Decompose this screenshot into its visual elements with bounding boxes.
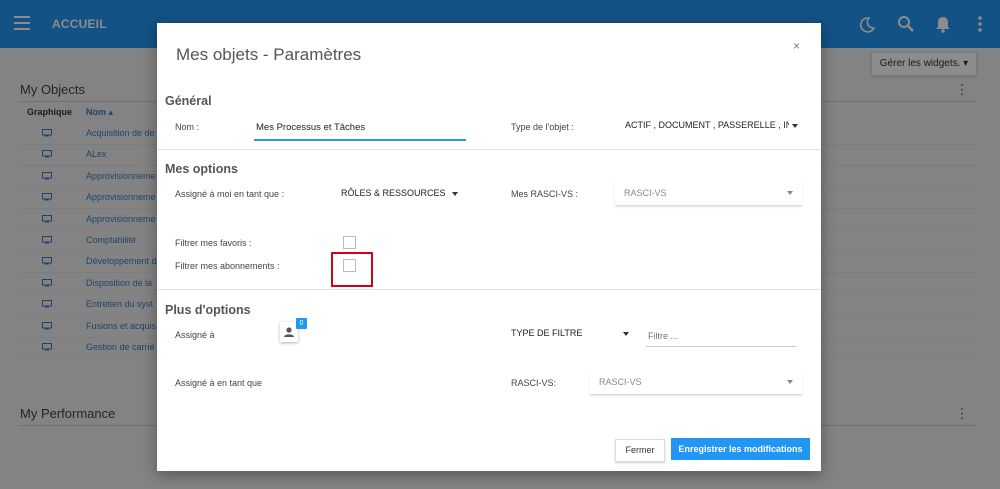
save-button[interactable]: Enregistrer les modifications xyxy=(671,438,810,460)
filter-favorites-label: Filtrer mes favoris : xyxy=(175,238,252,248)
my-rasci-label: Mes RASCI-VS : xyxy=(511,189,579,199)
filter-type-value: TYPE DE FILTRE xyxy=(511,328,583,338)
divider xyxy=(157,149,821,150)
divider xyxy=(157,289,821,290)
my-rasci-select[interactable]: RASCI-VS xyxy=(615,181,802,206)
chevron-down-icon xyxy=(452,192,458,196)
filter-subscriptions-checkbox[interactable] xyxy=(343,259,356,272)
settings-dialog: Mes objets - Paramètres × Général Nom : … xyxy=(157,23,821,471)
assigned-as-label: Assigné à moi en tant que : xyxy=(175,189,285,199)
filter-input[interactable] xyxy=(646,326,796,347)
name-input[interactable]: Mes Processus et Tâches xyxy=(254,115,466,141)
assigned-count-badge: 0 xyxy=(296,318,307,329)
assigned-as-label-2: Assigné à en tant que xyxy=(175,378,263,388)
object-type-label: Type de l'objet : xyxy=(511,122,574,132)
rasci-label: RASCI-VS: xyxy=(511,378,557,388)
chevron-down-icon xyxy=(623,332,629,336)
roles-resources-select[interactable]: RÔLES & RESSOURCES xyxy=(339,183,463,201)
section-general-heading: Général xyxy=(165,94,212,108)
chevron-down-icon xyxy=(787,191,793,195)
name-label: Nom : xyxy=(175,122,200,132)
filter-favorites-checkbox[interactable] xyxy=(343,236,356,249)
rasci-value: RASCI-VS xyxy=(599,377,642,387)
section-more-options-heading: Plus d'options xyxy=(165,303,251,317)
name-input-value: Mes Processus et Tâches xyxy=(256,122,366,133)
chevron-down-icon xyxy=(787,380,793,384)
object-type-value: ACTIF , DOCUMENT , PASSERELLE , IN xyxy=(625,120,789,130)
chevron-down-icon xyxy=(792,124,798,128)
section-my-options-heading: Mes options xyxy=(165,162,238,176)
dialog-title: Mes objets - Paramètres xyxy=(176,45,362,64)
rasci-select[interactable]: RASCI-VS xyxy=(590,370,802,395)
my-rasci-value: RASCI-VS xyxy=(624,188,667,198)
close-icon[interactable]: × xyxy=(793,39,800,53)
assigned-to-label: Assigné à xyxy=(175,330,215,340)
filter-type-select[interactable]: TYPE DE FILTRE xyxy=(511,323,631,341)
cancel-button[interactable]: Fermer xyxy=(615,439,665,462)
roles-resources-value: RÔLES & RESSOURCES xyxy=(341,188,446,198)
filter-subscriptions-label: Filtrer mes abonnements : xyxy=(175,261,280,271)
object-type-select[interactable]: ACTIF , DOCUMENT , PASSERELLE , IN xyxy=(623,116,801,134)
